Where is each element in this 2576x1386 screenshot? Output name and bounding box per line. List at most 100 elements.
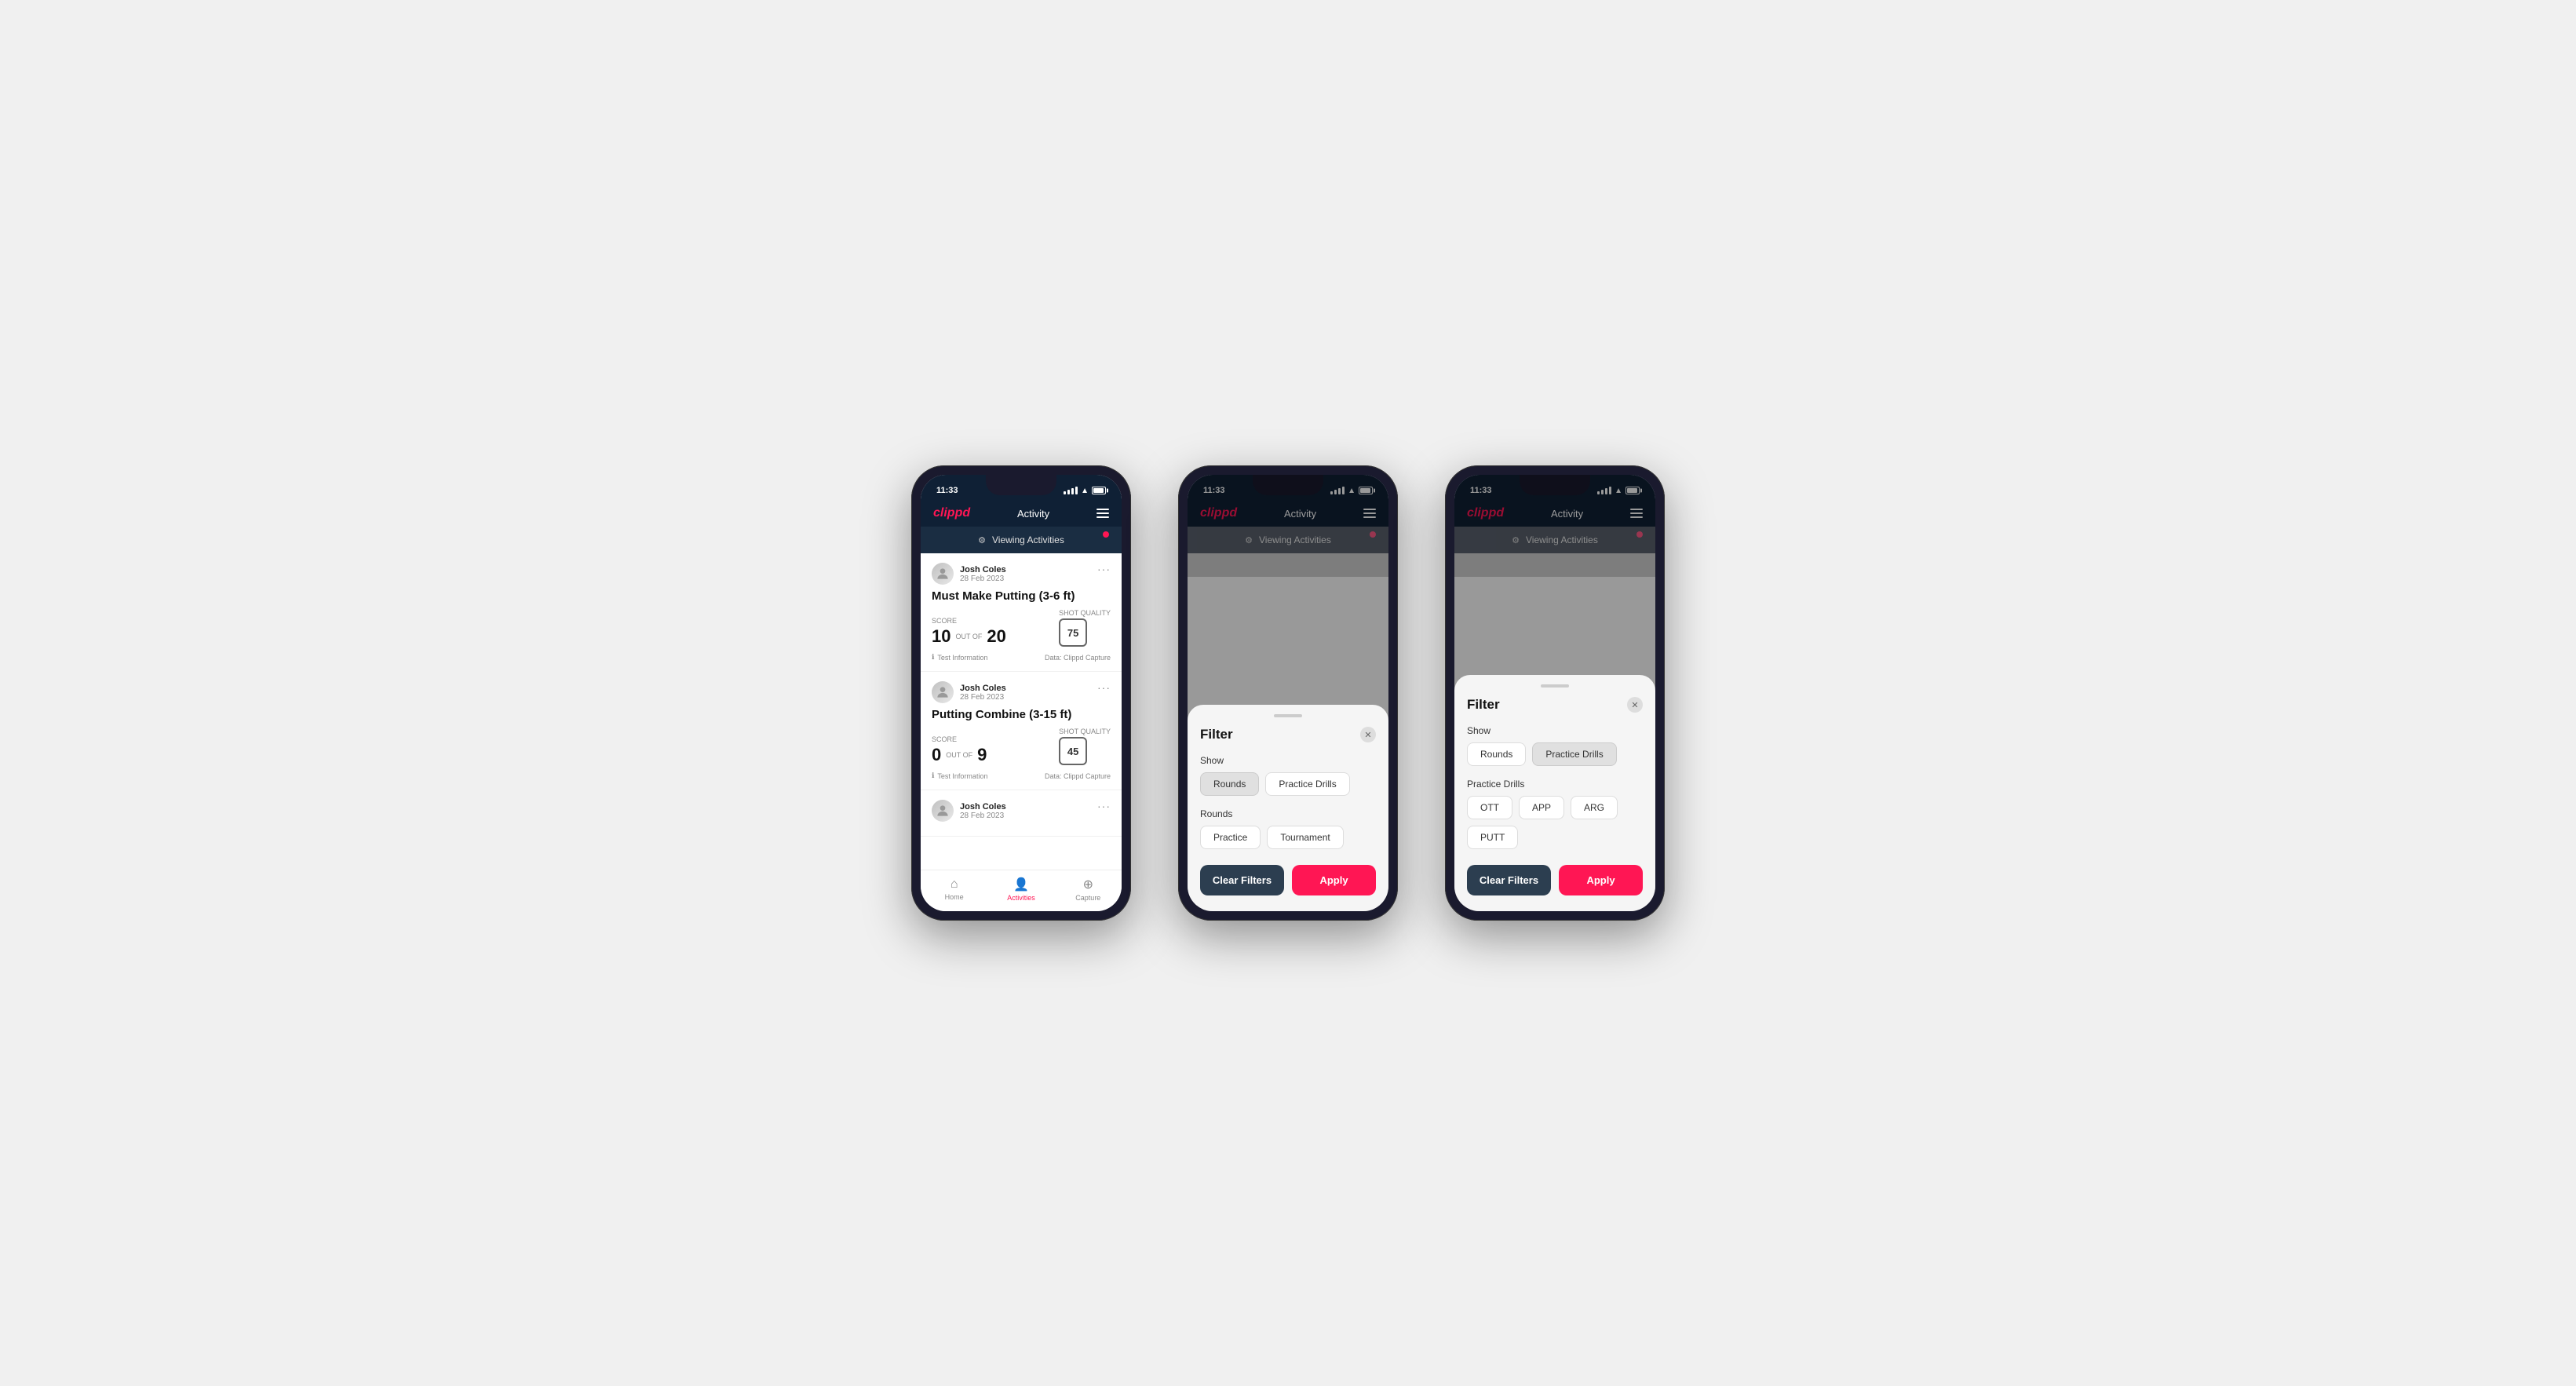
sheet-actions-3: Clear Filters Apply (1467, 865, 1643, 895)
app-logo: clippd (933, 506, 970, 520)
activities-icon: 👤 (1013, 877, 1029, 892)
activity-card-2: Josh Coles 28 Feb 2023 ··· Putting Combi… (921, 672, 1122, 790)
phone-screen: 11:33 ▲ clippd Activity (921, 475, 1122, 911)
drills-section-3: Practice Drills OTT APP ARG PUTT (1467, 779, 1643, 849)
battery-icon (1092, 487, 1106, 494)
card-footer-2: ℹ Test Information Data: Clippd Capture (932, 771, 1111, 780)
nav-capture-label: Capture (1075, 894, 1100, 902)
stats-row-2: Score 0 OUT OF 9 Shot Quality 45 (932, 728, 1111, 765)
show-buttons-2: Rounds Practice Drills (1200, 772, 1376, 796)
app-btn[interactable]: APP (1519, 796, 1564, 819)
avatar-2 (932, 681, 954, 703)
filter-title-3: Filter (1467, 697, 1500, 713)
drills-buttons-3: OTT APP ARG PUTT (1467, 796, 1643, 849)
phone-notch (986, 475, 1056, 495)
viewing-banner[interactable]: ⚙ Viewing Activities (921, 527, 1122, 553)
nav-activities-label: Activities (1007, 894, 1035, 902)
arg-btn[interactable]: ARG (1571, 796, 1618, 819)
wifi-icon: ▲ (1081, 487, 1089, 495)
user-date: 28 Feb 2023 (960, 574, 1006, 583)
shot-quality-badge: 75 (1059, 618, 1087, 647)
bottom-nav: ⌂ Home 👤 Activities ⊕ Capture (921, 870, 1122, 911)
sheet-actions-2: Clear Filters Apply (1200, 865, 1376, 895)
activity-title: Must Make Putting (3-6 ft) (932, 589, 1111, 603)
footer-info: ℹ Test Information (932, 653, 987, 662)
filter-sheet-2: Filter ✕ Show Rounds Practice Drills Rou… (1188, 705, 1388, 911)
show-label-2: Show (1200, 755, 1376, 766)
avatar-3 (932, 800, 954, 822)
drills-label-3: Practice Drills (1467, 779, 1643, 790)
score-value-2: 0 (932, 745, 941, 765)
filter-sheet-3: Filter ✕ Show Rounds Practice Drills Pra… (1454, 675, 1655, 911)
practice-drills-btn-2[interactable]: Practice Drills (1265, 772, 1349, 796)
notification-dot (1103, 531, 1109, 538)
out-of-label: OUT OF (955, 633, 982, 640)
practice-round-btn[interactable]: Practice (1200, 826, 1261, 849)
hamburger-menu[interactable] (1096, 509, 1109, 518)
nav-capture[interactable]: ⊕ Capture (1055, 877, 1122, 902)
rounds-buttons-2: Practice Tournament (1200, 826, 1376, 849)
practice-drills-btn-3[interactable]: Practice Drills (1532, 742, 1616, 766)
apply-btn-2[interactable]: Apply (1292, 865, 1376, 895)
sheet-header-3: Filter ✕ (1467, 697, 1643, 713)
apply-btn-3[interactable]: Apply (1559, 865, 1643, 895)
nav-home-label: Home (945, 893, 964, 901)
clear-filters-btn-3[interactable]: Clear Filters (1467, 865, 1551, 895)
user-info: Josh Coles 28 Feb 2023 (932, 563, 1006, 585)
more-options[interactable]: ··· (1097, 563, 1111, 575)
phone-screen-2: 11:33 ▲ clippd Activity (1188, 475, 1388, 911)
nav-activities[interactable]: 👤 Activities (987, 877, 1054, 902)
phones-container: 11:33 ▲ clippd Activity (911, 465, 1665, 921)
activity-card-1: Josh Coles 28 Feb 2023 ··· Must Make Put… (921, 553, 1122, 672)
phone-3: 11:33 ▲ clippd Activity (1445, 465, 1665, 921)
user-info-3: Josh Coles 28 Feb 2023 (932, 800, 1006, 822)
user-date-3: 28 Feb 2023 (960, 812, 1006, 820)
rounds-label-2: Rounds (1200, 808, 1376, 819)
activity-title-2: Putting Combine (3-15 ft) (932, 708, 1111, 721)
close-button-3[interactable]: ✕ (1627, 697, 1643, 713)
sheet-header-2: Filter ✕ (1200, 727, 1376, 742)
rounds-section-2: Rounds Practice Tournament (1200, 808, 1376, 849)
user-name: Josh Coles (960, 565, 1006, 574)
user-name-2: Josh Coles (960, 684, 1006, 693)
phone-2: 11:33 ▲ clippd Activity (1178, 465, 1398, 921)
score-value: 10 (932, 626, 950, 647)
score-label-2: Score (932, 735, 987, 743)
footer-data: Data: Clippd Capture (1045, 654, 1111, 662)
sheet-handle-3 (1541, 684, 1569, 688)
show-section-2: Show Rounds Practice Drills (1200, 755, 1376, 796)
nav-title: Activity (1017, 508, 1049, 520)
activities-list[interactable]: Josh Coles 28 Feb 2023 ··· Must Make Put… (921, 553, 1122, 870)
more-options-2[interactable]: ··· (1097, 681, 1111, 694)
clear-filters-btn-2[interactable]: Clear Filters (1200, 865, 1284, 895)
nav-bar: clippd Activity (921, 500, 1122, 527)
filter-title-2: Filter (1200, 727, 1233, 742)
putt-btn[interactable]: PUTT (1467, 826, 1518, 849)
filter-overlay-3: Filter ✕ Show Rounds Practice Drills Pra… (1454, 475, 1655, 911)
shot-quality-label-2: Shot Quality (1059, 728, 1111, 735)
phone-screen-3: 11:33 ▲ clippd Activity (1454, 475, 1655, 911)
shots-value: 20 (987, 626, 1005, 647)
user-name-3: Josh Coles (960, 802, 1006, 812)
score-label: Score (932, 617, 1006, 625)
nav-home[interactable]: ⌂ Home (921, 877, 987, 901)
rounds-btn-2[interactable]: Rounds (1200, 772, 1259, 796)
sheet-handle-2 (1274, 714, 1302, 717)
capture-icon: ⊕ (1083, 877, 1093, 892)
status-icons: ▲ (1064, 487, 1106, 495)
ott-btn[interactable]: OTT (1467, 796, 1512, 819)
shots-value-2: 9 (977, 745, 987, 765)
time: 11:33 (936, 486, 958, 495)
tournament-btn[interactable]: Tournament (1267, 826, 1343, 849)
user-date-2: 28 Feb 2023 (960, 693, 1006, 702)
close-button-2[interactable]: ✕ (1360, 727, 1376, 742)
more-options-3[interactable]: ··· (1097, 800, 1111, 812)
card-footer: ℹ Test Information Data: Clippd Capture (932, 653, 1111, 662)
stats-row: Score 10 OUT OF 20 Shot Quality 75 (932, 609, 1111, 647)
footer-data-2: Data: Clippd Capture (1045, 772, 1111, 780)
shot-quality-label: Shot Quality (1059, 609, 1111, 617)
rounds-btn-3[interactable]: Rounds (1467, 742, 1526, 766)
filter-overlay-2: Filter ✕ Show Rounds Practice Drills Rou… (1188, 475, 1388, 911)
show-buttons-3: Rounds Practice Drills (1467, 742, 1643, 766)
user-info-2: Josh Coles 28 Feb 2023 (932, 681, 1006, 703)
